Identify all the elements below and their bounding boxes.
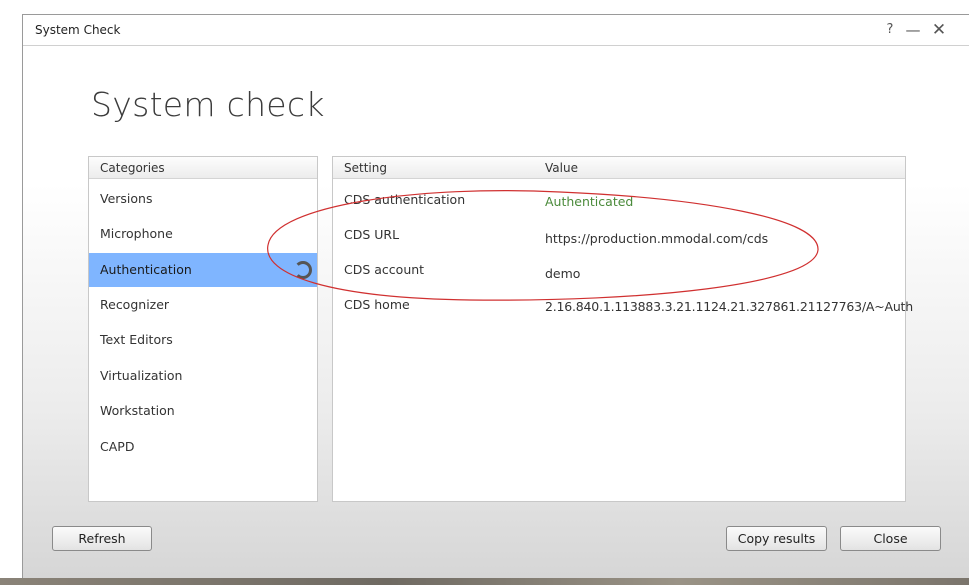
category-capd[interactable]: CAPD [89, 430, 317, 464]
category-label: Microphone [100, 226, 173, 241]
category-microphone[interactable]: Microphone [89, 217, 317, 251]
window-title: System Check [35, 23, 121, 37]
settings-table: Setting Value CDS authentication Authent… [332, 156, 913, 502]
categories-list: Categories Versions Microphone Authentic… [88, 156, 318, 502]
category-workstation[interactable]: Workstation [89, 394, 317, 428]
system-check-window: System Check ? — ✕ System check Categori… [22, 14, 969, 578]
close-button[interactable]: Close [840, 526, 941, 551]
categories-header: Categories [89, 157, 317, 179]
title-bar: System Check ? — ✕ [23, 15, 969, 46]
category-recognizer[interactable]: Recognizer [89, 288, 317, 322]
close-icon[interactable]: ✕ [929, 20, 949, 40]
value-column-header[interactable]: Value [545, 161, 578, 175]
category-text-editors[interactable]: Text Editors [89, 323, 317, 357]
minimize-icon[interactable]: — [903, 20, 923, 40]
desktop-strip [0, 578, 969, 585]
value-cell: https://production.mmodal.com/cds [545, 231, 769, 246]
help-icon[interactable]: ? [880, 20, 900, 40]
category-label: Versions [100, 191, 153, 206]
category-versions[interactable]: Versions [89, 182, 317, 216]
category-authentication[interactable]: Authentication [89, 253, 317, 287]
category-virtualization[interactable]: Virtualization [89, 359, 317, 393]
setting-cell: CDS account [344, 262, 425, 277]
setting-cell: CDS URL [344, 227, 400, 242]
category-label: Workstation [100, 403, 175, 418]
value-cell: Authenticated [545, 194, 634, 209]
settings-header: Setting Value [333, 157, 905, 179]
category-label: Virtualization [100, 368, 183, 383]
value-cell: demo [545, 266, 581, 281]
setting-cell: CDS authentication [344, 192, 466, 207]
setting-cell: CDS home [344, 297, 410, 312]
category-label: Recognizer [100, 297, 170, 312]
category-label: Text Editors [100, 332, 173, 347]
loading-spinner-icon [294, 261, 312, 279]
refresh-button[interactable]: Refresh [52, 526, 152, 551]
value-cell: 2.16.840.1.113883.3.21.1124.21.327861.21… [545, 299, 913, 314]
copy-results-button[interactable]: Copy results [726, 526, 827, 551]
categories-header-label: Categories [100, 161, 165, 175]
page-title: System check [91, 85, 325, 124]
setting-column-header[interactable]: Setting [344, 161, 387, 175]
category-label: CAPD [100, 439, 135, 454]
category-label: Authentication [100, 262, 192, 277]
